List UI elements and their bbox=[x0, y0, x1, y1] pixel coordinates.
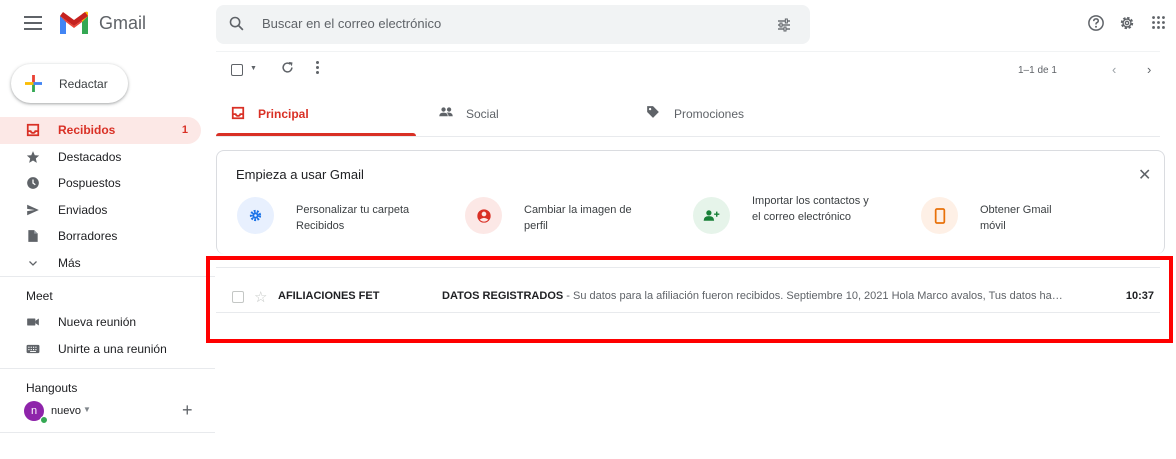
email-preview: DATOS REGISTRADOS - Su datos para la afi… bbox=[442, 290, 1068, 302]
compose-button[interactable]: Redactar bbox=[11, 64, 128, 103]
phone-icon bbox=[921, 197, 958, 234]
online-status-icon bbox=[40, 416, 48, 424]
people-icon bbox=[439, 107, 453, 117]
tab-social[interactable]: Social bbox=[430, 92, 630, 136]
tab-primary[interactable]: Principal bbox=[216, 92, 416, 136]
chevron-right-icon[interactable]: › bbox=[1147, 62, 1151, 77]
table-row[interactable]: ☆ AFILIACIONES FET DATOS REGISTRADOS - S… bbox=[216, 280, 1160, 313]
email-snippet: - Su datos para la afiliación fueron rec… bbox=[566, 290, 1068, 302]
main-menu-icon[interactable] bbox=[24, 16, 42, 30]
new-meeting-label: Nueva reunión bbox=[58, 315, 137, 329]
email-sender: AFILIACIONES FET bbox=[278, 290, 380, 302]
list-divider bbox=[216, 267, 1160, 268]
select-dropdown-icon[interactable]: ▼ bbox=[250, 65, 257, 72]
app-name: Gmail bbox=[99, 13, 147, 33]
clock-icon bbox=[26, 176, 40, 190]
search-input[interactable] bbox=[262, 16, 742, 31]
sidebar-item-snoozed[interactable]: Pospuestos bbox=[0, 170, 205, 197]
sidebar-item-sent[interactable]: Enviados bbox=[0, 197, 205, 224]
sidebar-item-label: Enviados bbox=[58, 202, 108, 217]
tag-icon bbox=[647, 106, 659, 118]
star-icon[interactable]: ☆ bbox=[254, 288, 267, 306]
sidebar-item-drafts[interactable]: Borradores bbox=[0, 223, 205, 250]
sidebar-item-label: Borradores bbox=[58, 229, 118, 244]
compose-plus-icon bbox=[25, 75, 42, 92]
tab-label: Principal bbox=[258, 107, 309, 121]
onboarding-title: Empieza a usar Gmail bbox=[236, 167, 364, 182]
onboarding-item-text: Personalizar tu carpeta Recibidos bbox=[296, 204, 410, 232]
refresh-icon[interactable] bbox=[280, 60, 295, 75]
sidebar-item-inbox[interactable]: Recibidos 1 bbox=[0, 117, 201, 144]
close-icon[interactable]: ✕ bbox=[1138, 165, 1151, 185]
tabs-divider bbox=[216, 136, 1160, 137]
onboarding-item-text: Cambiar la imagen de perfil bbox=[524, 204, 632, 232]
search-icon[interactable] bbox=[228, 15, 245, 32]
add-contact-icon[interactable]: + bbox=[182, 400, 193, 421]
tab-promotions[interactable]: Promociones bbox=[640, 92, 860, 136]
new-meeting-button[interactable]: Nueva reunión bbox=[0, 309, 205, 335]
more-options-icon[interactable] bbox=[316, 61, 320, 76]
star-icon bbox=[26, 150, 40, 164]
account-icon bbox=[465, 197, 502, 234]
unread-count: 1 bbox=[181, 124, 188, 137]
onboarding-card: Empieza a usar Gmail ✕ Personalizar tu c… bbox=[216, 150, 1165, 254]
chevron-left-icon[interactable]: ‹ bbox=[1112, 62, 1116, 77]
gmail-logo-icon[interactable] bbox=[58, 10, 90, 36]
apps-grid-icon[interactable] bbox=[1150, 14, 1167, 31]
gear-icon bbox=[237, 197, 274, 234]
send-icon bbox=[26, 203, 40, 217]
sidebar-nav: Recibidos 1 Destacados Pospuestos Enviad… bbox=[0, 117, 205, 276]
join-meeting-button[interactable]: Unirte a una reunión bbox=[0, 336, 205, 362]
pagination-info: 1–1 de 1 bbox=[1018, 65, 1057, 76]
join-meeting-label: Unirte a una reunión bbox=[58, 342, 167, 356]
toolbar-divider bbox=[216, 51, 1160, 52]
chevron-down-icon bbox=[26, 256, 40, 270]
compose-label: Redactar bbox=[59, 77, 108, 91]
sidebar-item-label: Destacados bbox=[58, 149, 122, 164]
sidebar-item-label: Más bbox=[58, 255, 81, 270]
hangouts-section-title: Hangouts bbox=[26, 381, 78, 395]
sidebar-divider bbox=[0, 276, 215, 277]
sidebar-item-more[interactable]: Más bbox=[0, 250, 205, 277]
video-camera-icon bbox=[26, 315, 40, 332]
tab-label: Promociones bbox=[674, 107, 745, 121]
email-time: 10:37 bbox=[1125, 290, 1154, 302]
meet-section-title: Meet bbox=[26, 289, 53, 303]
onboarding-item-text: Importar los contactos y el correo elect… bbox=[752, 195, 869, 223]
select-all-checkbox[interactable] bbox=[231, 64, 243, 76]
email-subject: DATOS REGISTRADOS bbox=[442, 290, 564, 302]
inbox-icon bbox=[231, 106, 245, 120]
header: Gmail bbox=[0, 0, 1176, 50]
sidebar-item-label: Pospuestos bbox=[58, 176, 121, 191]
add-person-icon bbox=[693, 197, 730, 234]
tab-label: Social bbox=[466, 107, 499, 121]
email-checkbox[interactable] bbox=[232, 291, 244, 303]
draft-icon bbox=[26, 229, 40, 243]
inbox-icon bbox=[26, 123, 40, 137]
chevron-down-icon[interactable]: ▼ bbox=[83, 405, 91, 414]
sidebar-item-label: Recibidos bbox=[58, 123, 116, 138]
search-options-icon[interactable] bbox=[776, 17, 792, 33]
sidebar-divider bbox=[0, 368, 215, 369]
help-icon[interactable] bbox=[1087, 14, 1105, 32]
hangouts-user-name[interactable]: nuevo bbox=[51, 405, 81, 417]
sidebar-divider bbox=[0, 432, 215, 433]
sidebar-item-starred[interactable]: Destacados bbox=[0, 144, 205, 171]
search-bar[interactable] bbox=[216, 5, 810, 44]
settings-gear-icon[interactable] bbox=[1118, 14, 1136, 32]
onboarding-item-text: Obtener Gmail móvil bbox=[980, 204, 1052, 232]
keyboard-icon bbox=[26, 342, 40, 359]
